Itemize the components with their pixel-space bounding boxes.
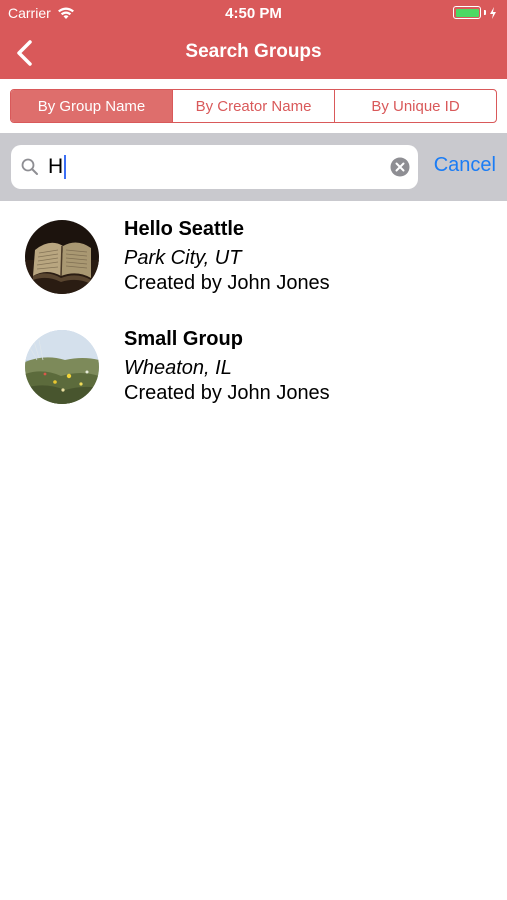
group-creator: Created by John Jones [124,272,330,294]
status-bar: Carrier 4:50 PM [0,0,507,26]
search-mode-segmented-control: By Group Name By Creator Name By Unique … [10,89,497,123]
search-query-text: H [48,155,64,178]
charging-bolt-icon [490,6,496,19]
group-location: Park City, UT [124,247,242,269]
group-name: Small Group [124,328,243,350]
segment-by-unique-id[interactable]: By Unique ID [334,90,496,122]
group-avatar-field-photo [25,330,99,404]
status-time: 4:50 PM [225,5,282,22]
result-row-hello-seattle[interactable]: Hello Seattle Park City, UT Created by J… [0,201,507,311]
page-title: Search Groups [185,41,322,62]
segment-by-creator-name[interactable]: By Creator Name [172,90,334,122]
search-filter-bar: By Group Name By Creator Name By Unique … [0,79,507,133]
search-icon [21,158,38,175]
group-avatar-bible-photo [25,220,99,294]
search-bar: H Cancel [0,133,507,201]
text-cursor [64,155,67,179]
cancel-button[interactable]: Cancel [434,154,496,177]
battery-indicator [453,6,497,19]
battery-icon [453,6,481,19]
search-results-list: Hello Seattle Park City, UT Created by J… [0,201,507,421]
navigation-bar: Search Groups [0,26,507,79]
search-input[interactable]: H [11,145,418,189]
group-location: Wheaton, IL [124,357,232,379]
result-row-small-group[interactable]: Small Group Wheaton, IL Created by John … [0,311,507,421]
clear-search-icon[interactable] [390,157,410,177]
group-name: Hello Seattle [124,218,245,240]
segment-by-group-name[interactable]: By Group Name [11,90,172,122]
group-creator: Created by John Jones [124,382,330,404]
